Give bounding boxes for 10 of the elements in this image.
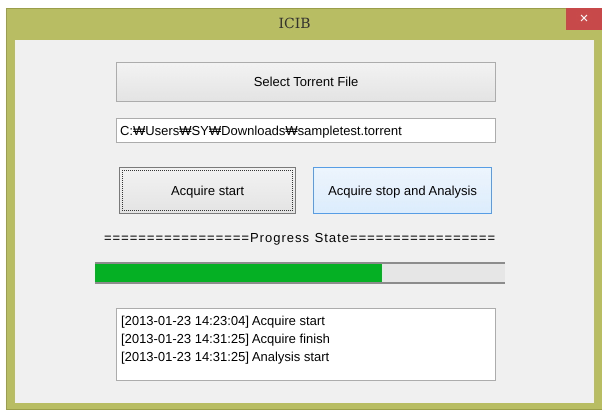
log-line: [2013-01-23 14:31:25] Analysis start [121, 348, 330, 366]
log-line: [2013-01-23 14:23:04] Acquire start [121, 312, 326, 330]
select-file-button[interactable]: Select Torrent File [116, 62, 496, 102]
window-title: ICIB [278, 15, 312, 34]
action-button[interactable]: Acquire start [119, 167, 296, 214]
action-button[interactable]: Acquire stop and Analysis [313, 167, 492, 214]
path-field[interactable]: C:₩Users₩SY₩Downloads₩sampletest.torrent [116, 118, 496, 143]
log-line: [2013-01-23 14:31:25] Acquire finish [121, 330, 331, 348]
close-button[interactable]: × [566, 8, 602, 30]
progress-label: =================Progress State================= [102, 230, 498, 246]
